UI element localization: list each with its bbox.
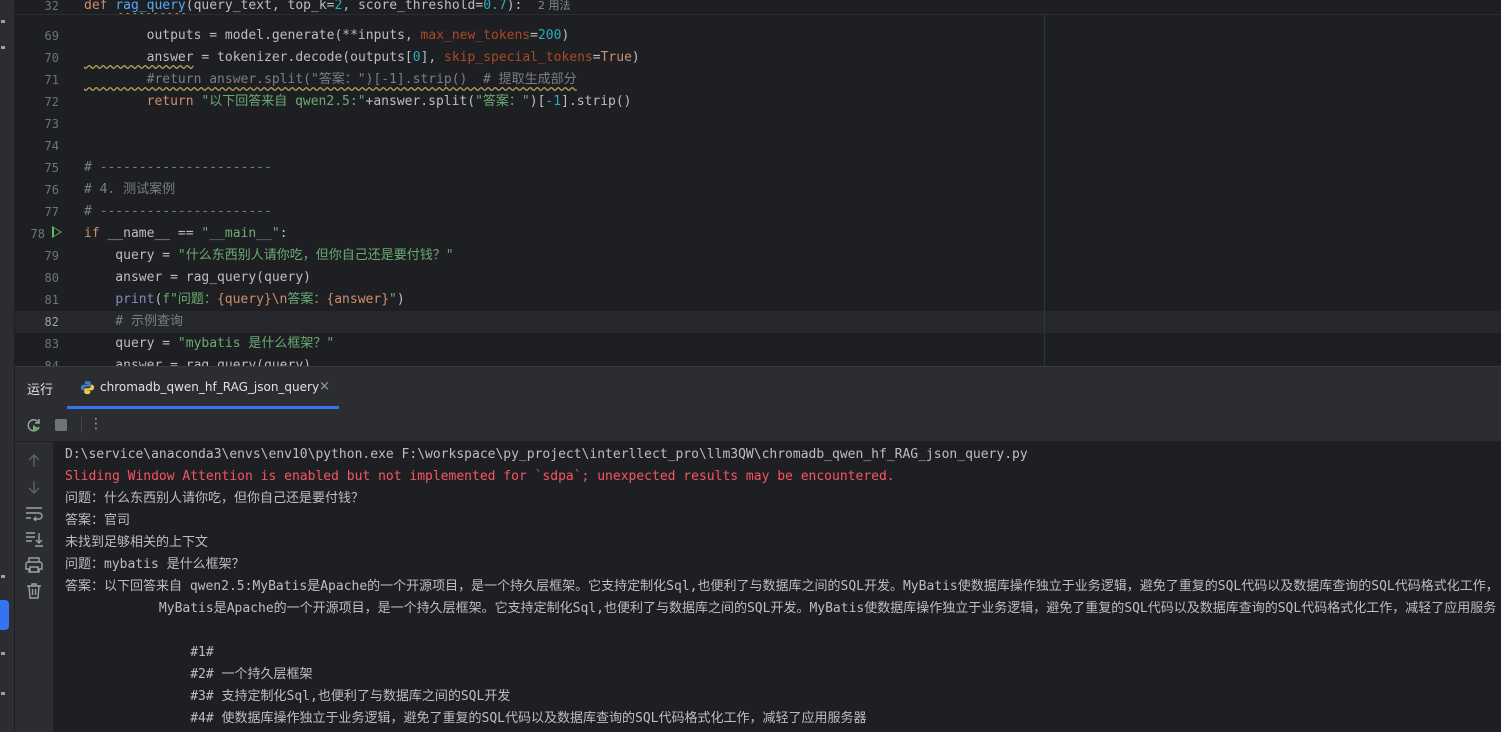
left-tool-strip xyxy=(0,0,15,732)
console-warning-line: Sliding Window Attention is enabled but … xyxy=(65,469,895,484)
run-toolbar: ⋮ xyxy=(15,409,1501,442)
line-number: 84 xyxy=(44,359,59,366)
sticky-code: def rag_query(query_text, top_k=2, score… xyxy=(84,0,571,13)
run-gutter-icon[interactable] xyxy=(52,226,62,238)
tool-window-title: 运行 xyxy=(27,383,54,398)
soft-wrap-icon[interactable] xyxy=(24,504,44,522)
line-number: 83 xyxy=(44,337,59,351)
close-icon[interactable]: × xyxy=(319,379,330,394)
code-line-80: answer = rag_query(query) xyxy=(84,270,311,285)
line-number: 69 xyxy=(44,29,59,43)
arrow-up-icon[interactable] xyxy=(24,452,44,470)
code-line-70: answer = tokenizer.decode(outputs[0], sk… xyxy=(84,50,640,65)
console-line: 答案：以下回答来自 qwen2.5:MyBatis是Apache的一个开源项目，… xyxy=(65,579,1499,594)
trash-icon[interactable] xyxy=(24,582,44,600)
line-number: 79 xyxy=(44,249,59,263)
right-margin-guide xyxy=(1044,0,1045,366)
line-number: 81 xyxy=(44,293,59,307)
run-tab[interactable]: chromadb_qwen_hf_RAG_json_query × xyxy=(67,367,339,409)
line-number: 77 xyxy=(44,205,59,219)
line-number: 70 xyxy=(44,51,59,65)
line-number-current: 82 xyxy=(44,315,59,329)
code-line-71: #return answer.split("答案：")[-1].strip() … xyxy=(84,72,577,87)
code-line-79: query = "什么东西别人请你吃，但你自己还是要付钱？" xyxy=(84,248,454,263)
code-line-69: outputs = model.generate(**inputs, max_n… xyxy=(84,28,570,43)
toolbar-divider xyxy=(81,417,82,433)
line-number: 74 xyxy=(44,139,59,153)
console-line: #2# 一个持久层框架 xyxy=(65,667,313,682)
sticky-function-header[interactable]: 32 def rag_query(query_text, top_k=2, sc… xyxy=(15,0,1501,15)
console-line: 问题：什么东西别人请你吃，但你自己还是要付钱？ xyxy=(65,491,365,506)
strip-icon[interactable] xyxy=(1,575,5,578)
rerun-icon[interactable] xyxy=(25,416,43,434)
run-tool-window: 运行 chromadb_qwen_hf_RAG_json_query × ⋮ D… xyxy=(15,366,1501,732)
console-output[interactable]: D:\service\anaconda3\envs\env10\python.e… xyxy=(65,444,1501,732)
code-line-72: return "以下回答来自 qwen2.5:"+answer.split("答… xyxy=(146,94,632,109)
code-line-75: # ---------------------- xyxy=(84,160,272,175)
console-line: 答案：官司 xyxy=(65,513,131,528)
console-line: 未找到足够相关的上下文 xyxy=(65,535,209,550)
stop-icon[interactable] xyxy=(52,416,70,434)
console-line: D:\service\anaconda3\envs\env10\python.e… xyxy=(65,447,1028,462)
console-line: #3# 支持定制化Sql,也便利了与数据库之间的SQL开发 xyxy=(65,689,511,704)
code-line-81: print(f"问题：{query}\n答案：{answer}") xyxy=(115,292,405,307)
tool-window-header: 运行 chromadb_qwen_hf_RAG_json_query × xyxy=(15,366,1501,410)
console-line: #4# 使数据库操作独立于业务逻辑，避免了重复的SQL代码以及数据库查询的SQL… xyxy=(65,711,867,726)
code-line-84: answer = rag_query(query) xyxy=(84,358,311,366)
run-tab-label: chromadb_qwen_hf_RAG_json_query xyxy=(100,380,320,394)
usages-hint: 2 用法 xyxy=(538,0,571,12)
strip-icon[interactable] xyxy=(1,652,5,655)
code-line-83: query = "mybatis 是什么框架？" xyxy=(84,336,335,351)
line-number: 72 xyxy=(44,95,59,109)
scroll-to-end-icon[interactable] xyxy=(24,530,44,548)
strip-icon[interactable] xyxy=(1,692,5,695)
line-number: 75 xyxy=(44,161,59,175)
line-number: 78 xyxy=(30,227,45,241)
line-number: 71 xyxy=(44,73,59,87)
strip-icon[interactable] xyxy=(1,20,5,23)
code-editor[interactable]: 69 70 71 72 73 74 75 76 77 78 79 80 81 8… xyxy=(15,0,1501,366)
line-number: 80 xyxy=(44,271,59,285)
line-number: 32 xyxy=(44,0,59,13)
console-line: 问题：mybatis 是什么框架？ xyxy=(65,557,245,572)
run-tool-active-indicator[interactable] xyxy=(0,600,9,630)
strip-icon[interactable] xyxy=(1,46,5,49)
print-icon[interactable] xyxy=(24,556,44,574)
code-line-78: if __name__ == "__main__": xyxy=(84,226,288,241)
line-number: 73 xyxy=(44,117,59,131)
current-line-highlight xyxy=(15,311,1501,333)
python-file-icon xyxy=(80,380,95,395)
code-line-76: # 4. 测试案例 xyxy=(84,182,176,197)
console-line: #1# xyxy=(65,645,214,660)
console-line: MyBatis是Apache的一个开源项目，是一个持久层框架。它支持定制化Sql… xyxy=(65,601,1497,616)
code-line-82: # 示例查询 xyxy=(84,314,183,329)
line-number: 76 xyxy=(44,183,59,197)
more-options-icon[interactable]: ⋮ xyxy=(89,416,103,432)
console-side-toolbar xyxy=(15,442,53,732)
code-line-77: # ---------------------- xyxy=(84,204,272,219)
arrow-down-icon[interactable] xyxy=(24,478,44,496)
